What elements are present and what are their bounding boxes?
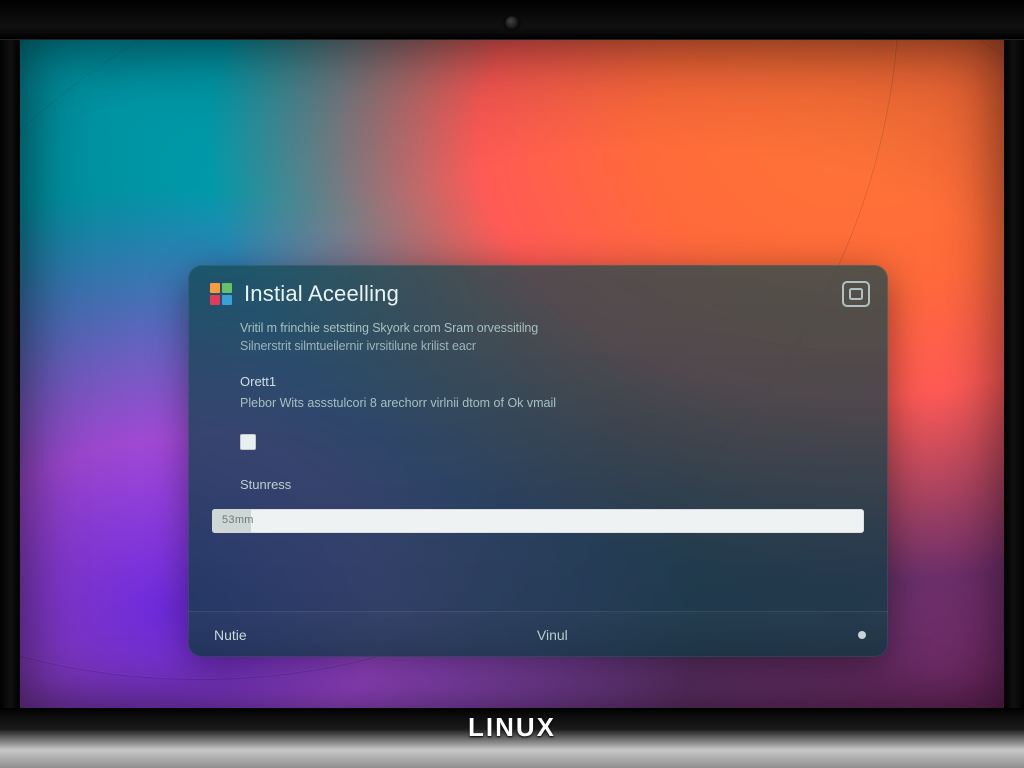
- desktop-wallpaper: Instial Aceelling Vritil m frinchie sets…: [20, 40, 1004, 708]
- dialog-footer: Nutie Vinul: [188, 611, 888, 657]
- monitor-frame: Instial Aceelling Vritil m frinchie sets…: [0, 0, 1024, 768]
- status-label: Stunress: [240, 476, 864, 495]
- option-row: [240, 434, 864, 450]
- option-checkbox[interactable]: [240, 434, 256, 450]
- progress-section: 53mm: [240, 509, 864, 533]
- monitor-brand: LINUX: [468, 714, 556, 740]
- section-label: Orett1: [240, 373, 864, 392]
- section-subtext: Plebor Wits assstulcori 8 arechorr virln…: [240, 394, 864, 412]
- body-text-line: Vritil m frinchie setstting Skyork crom …: [240, 319, 864, 337]
- window-restore-button[interactable]: [842, 281, 870, 307]
- progress-bar: 53mm: [212, 509, 864, 533]
- progress-text: 53mm: [222, 509, 254, 533]
- dialog-body: Vritil m frinchie setstting Skyork crom …: [188, 315, 888, 533]
- bezel-top: [0, 0, 1024, 40]
- dialog-header: Instial Aceelling: [188, 265, 888, 315]
- bezel-right: [1004, 40, 1024, 708]
- installer-dialog: Instial Aceelling Vritil m frinchie sets…: [188, 265, 888, 657]
- bezel-left: [0, 40, 20, 708]
- body-text-line: Silnerstrit silmtueilernir ivrsitilune k…: [240, 337, 864, 355]
- window-restore-icon: [849, 288, 863, 300]
- footer-indicator-dot-icon: [858, 631, 866, 639]
- webcam-icon: [505, 16, 519, 30]
- footer-back-button[interactable]: Nutie: [214, 627, 247, 643]
- dialog-title: Instial Aceelling: [244, 281, 830, 307]
- bezel-bottom: LINUX: [0, 708, 1024, 768]
- four-square-logo-icon: [210, 283, 232, 305]
- footer-next-button[interactable]: Vinul: [247, 627, 858, 643]
